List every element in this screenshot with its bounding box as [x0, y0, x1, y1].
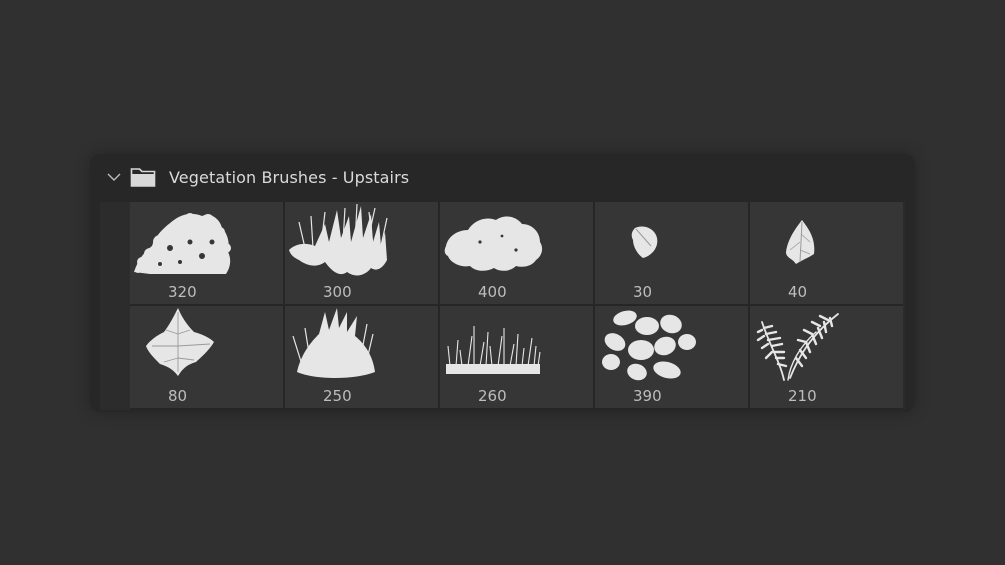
brush-tile[interactable]: 260: [440, 306, 593, 408]
leaf-cluster-brush-preview: [602, 310, 696, 381]
brush-tile[interactable]: 30: [595, 202, 748, 304]
ivy-leaf-brush-preview: [146, 308, 214, 376]
small-leaf-brush-preview: [631, 226, 658, 258]
bush-brush-preview: [134, 213, 231, 274]
brush-size-label: 400: [478, 283, 507, 301]
fern-brush-preview: [756, 313, 839, 381]
brush-group-title: Vegetation Brushes - Upstairs: [169, 168, 410, 187]
grass-tuft-brush-preview: [292, 308, 375, 378]
scrollbar-track[interactable]: [903, 202, 905, 410]
group-indent-strip: [100, 202, 130, 410]
brush-size-label: 260: [478, 387, 507, 405]
brush-grid: 320 300 400 30 40 80 250 260 390 210: [130, 202, 903, 410]
brush-tile[interactable]: 250: [285, 306, 438, 408]
brush-size-label: 80: [168, 387, 188, 405]
brush-size-label: 30: [633, 283, 653, 301]
folder-icon: [130, 168, 156, 187]
brush-tile[interactable]: 400: [440, 202, 593, 304]
brush-tile[interactable]: 210: [750, 306, 903, 408]
chevron-down-icon[interactable]: [107, 172, 121, 182]
brush-size-label: 40: [788, 283, 808, 301]
brush-tile[interactable]: 320: [130, 202, 283, 304]
brush-size-label: 210: [788, 387, 817, 405]
brush-group-panel: Vegetation Brushes - Upstairs 320 300 40…: [90, 154, 915, 412]
brush-tile[interactable]: 80: [130, 306, 283, 408]
brush-group-header[interactable]: Vegetation Brushes - Upstairs: [90, 154, 915, 202]
grass-brush-preview: [289, 203, 388, 276]
brush-size-label: 300: [323, 283, 352, 301]
brush-size-label: 390: [633, 387, 662, 405]
brush-tile[interactable]: 40: [750, 202, 903, 304]
arrow-leaf-brush-preview: [786, 220, 815, 264]
weeds-brush-preview: [446, 326, 541, 374]
brush-size-label: 320: [168, 283, 197, 301]
brush-size-label: 250: [323, 387, 352, 405]
hedge-brush-preview: [444, 216, 543, 271]
brush-tile[interactable]: 300: [285, 202, 438, 304]
brush-tile[interactable]: 390: [595, 306, 748, 408]
